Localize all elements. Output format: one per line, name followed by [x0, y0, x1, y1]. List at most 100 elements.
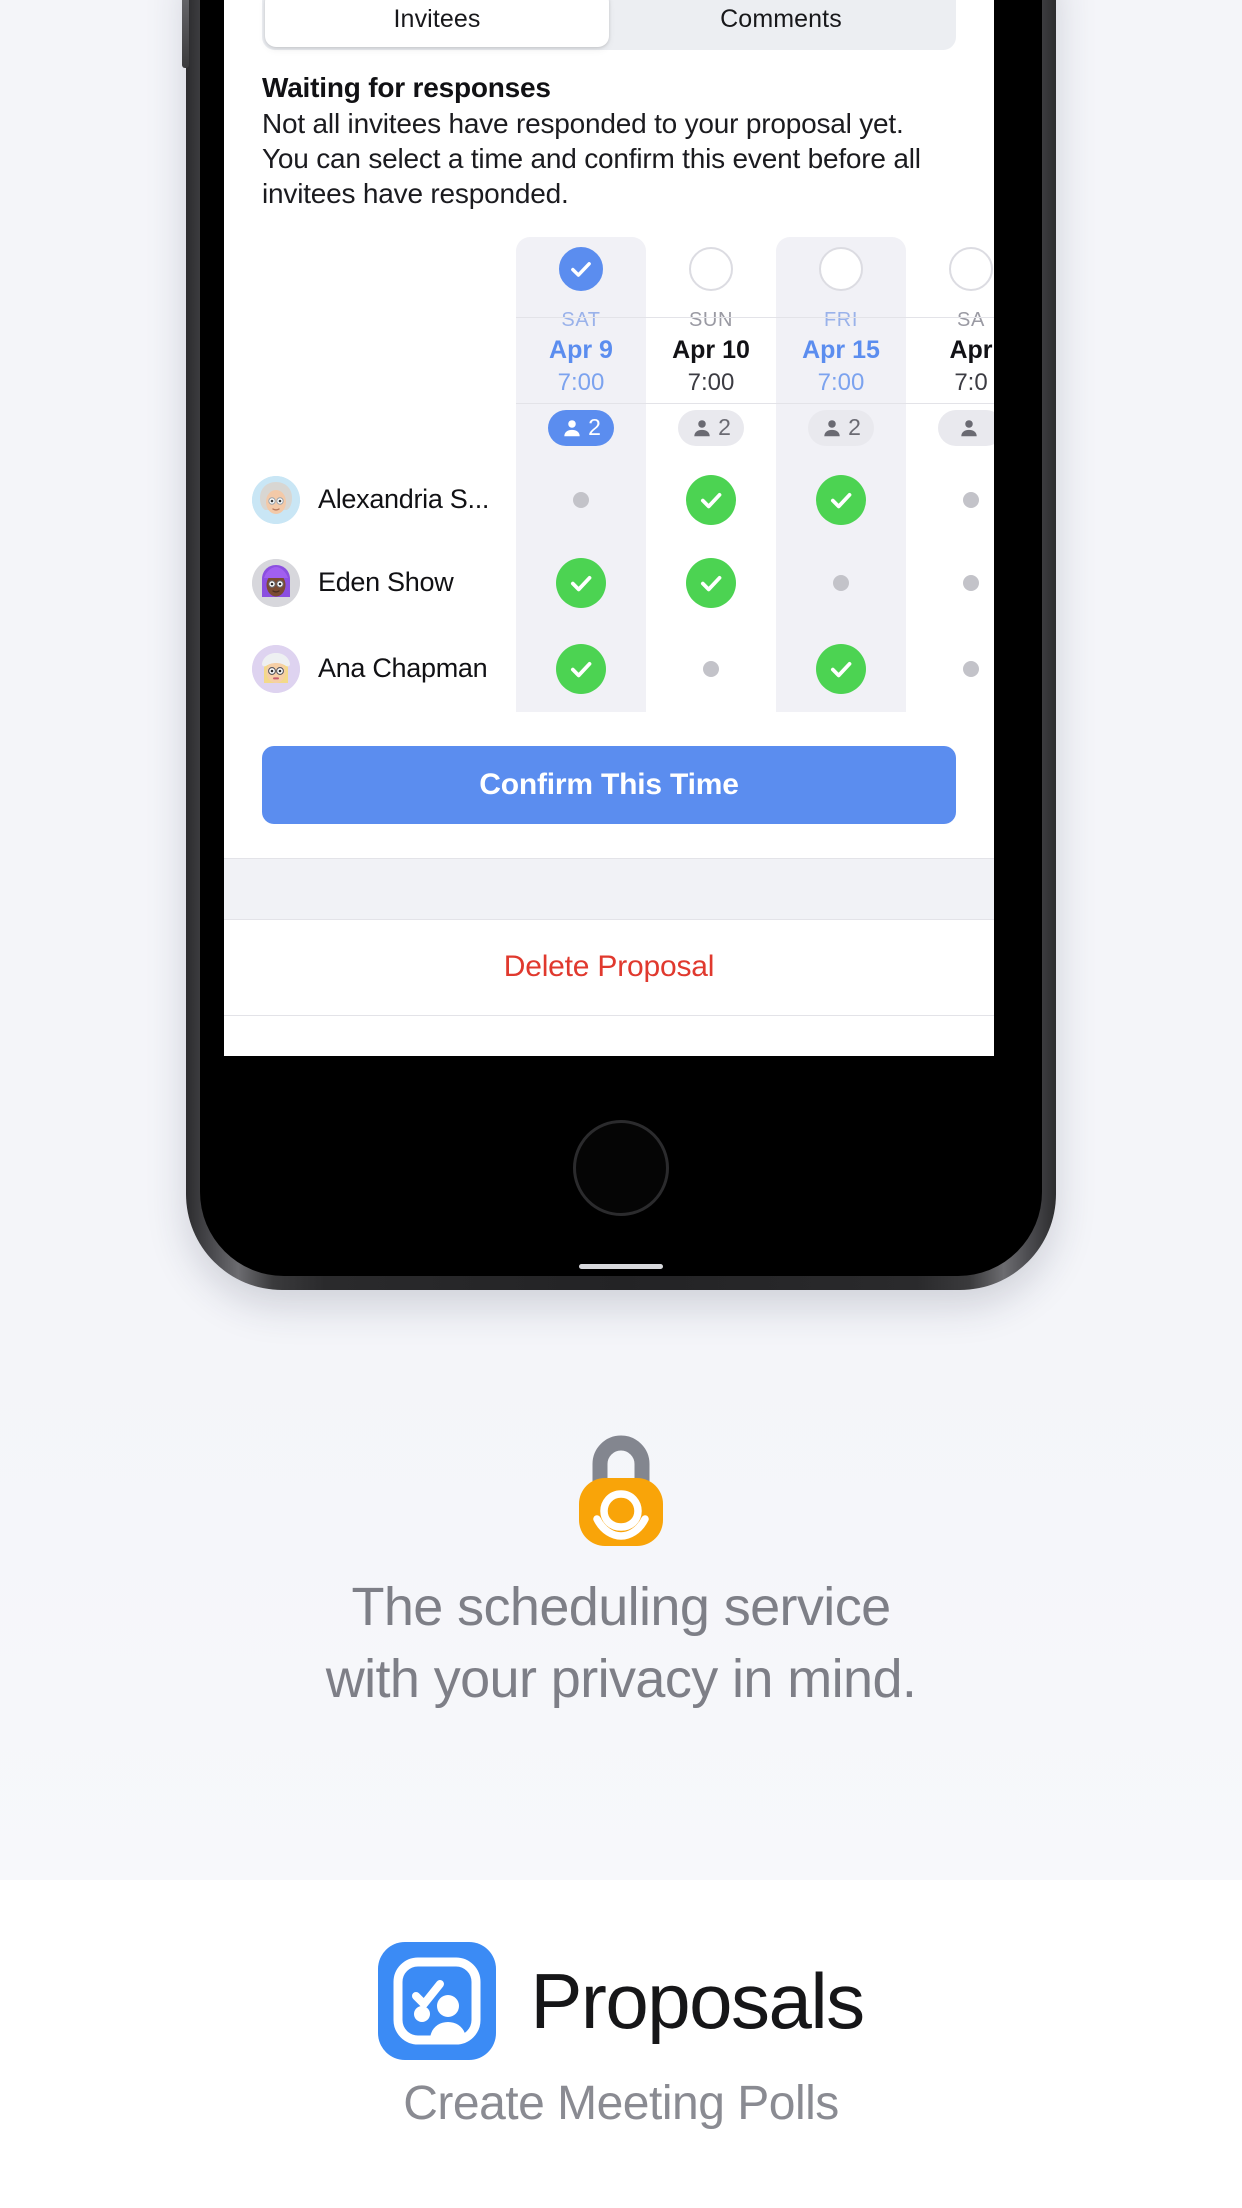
response-cell-1-0[interactable]: [516, 539, 646, 626]
volume-button[interactable]: [182, 0, 189, 68]
device-bottom-notch: [579, 1264, 663, 1269]
confirm-this-time-button[interactable]: Confirm This Time: [262, 745, 956, 824]
column-dow-1: SUN: [688, 309, 734, 331]
no-response-dot: [963, 491, 979, 508]
row-divider: [516, 317, 994, 318]
column-response-count-2: 2: [808, 409, 874, 446]
time-column-header-3[interactable]: SA Apr 7:0: [906, 237, 994, 460]
column-time-2: 7:00: [817, 368, 865, 396]
response-cell-0-2[interactable]: [776, 459, 906, 540]
time-select-radio-3[interactable]: [949, 247, 993, 291]
status-body: Not all invitees have responded to your …: [262, 108, 921, 209]
privacy-lock-icon: [567, 1418, 675, 1548]
segmented-control[interactable]: Invitees Comments: [262, 0, 956, 50]
time-column-header-0[interactable]: SAT Apr 9 7:00 2: [516, 237, 646, 460]
column-date-0: Apr 9: [549, 336, 613, 364]
column-time-0: 7:00: [557, 368, 605, 396]
response-cell-0-1[interactable]: [646, 460, 776, 540]
time-select-radio-2[interactable]: [819, 247, 863, 291]
response-cell-2-3[interactable]: [906, 626, 994, 712]
response-cell-0-3[interactable]: [906, 460, 994, 540]
segmented-control-wrap: Invitees Comments: [224, 0, 994, 50]
invitee-cell-1: Eden Show: [224, 540, 516, 626]
column-time-3: 7:0: [954, 368, 988, 396]
column-time-1: 7:00: [687, 368, 735, 396]
confirm-button-wrap: Confirm This Time: [224, 712, 994, 824]
status-info-block: Waiting for responses Not all invitees h…: [224, 50, 994, 211]
column-count-label-0: 2: [588, 414, 601, 441]
delete-proposal-row[interactable]: Delete Proposal: [224, 919, 994, 1016]
tab-invitees-label: Invitees: [393, 4, 481, 33]
column-dow-2: FRI: [823, 309, 859, 331]
column-count-label-2: 2: [848, 414, 861, 441]
time-select-radio-0[interactable]: [559, 247, 603, 291]
invitee-cell-2: Ana Chapman: [224, 626, 516, 712]
app-screen: Invitees Comments Waiting for responses …: [224, 0, 994, 1056]
column-dow-3: SA: [957, 309, 985, 331]
no-response-dot: [573, 491, 589, 508]
app-subtitle: Create Meeting Polls: [403, 2077, 839, 2130]
no-response-dot: [963, 574, 979, 591]
tab-invitees[interactable]: Invitees: [265, 0, 609, 47]
section-gap-band: [224, 857, 994, 920]
no-response-dot: [833, 574, 849, 591]
memoji-avatar-icon: [252, 558, 300, 607]
person-icon: [564, 419, 580, 436]
no-response-dot: [703, 660, 719, 677]
grid-header-row: SAT Apr 9 7:00 2 SUN Apr 10 7:00 2 FRI A…: [224, 237, 994, 460]
tab-comments-label: Comments: [720, 4, 842, 33]
avatar: [252, 475, 300, 524]
phone-screen-bezel: Invitees Comments Waiting for responses …: [200, 0, 1042, 1276]
memoji-avatar-icon: [252, 644, 300, 693]
invitee-cell-0: Alexandria S...: [224, 460, 516, 540]
footer-section: Proposals Create Meeting Polls: [0, 1880, 1242, 2208]
column-response-count-0: 2: [548, 409, 614, 446]
column-date-3: Apr: [949, 336, 993, 364]
invitee-name: Eden Show: [318, 567, 454, 598]
status-heading: Waiting for responses: [262, 72, 551, 103]
hero-section: Invitees Comments Waiting for responses …: [0, 0, 1242, 1880]
app-title: Proposals: [530, 1956, 865, 2045]
time-column-header-2[interactable]: FRI Apr 15 7:00 2: [776, 237, 906, 460]
column-date-1: Apr 10: [672, 336, 750, 364]
tagline-line-1: The scheduling service: [351, 1577, 891, 1637]
promo-tagline: The scheduling service with your privacy…: [0, 1572, 1242, 1715]
yes-check-icon: [556, 557, 606, 608]
tab-comments[interactable]: Comments: [609, 0, 953, 47]
response-cell-2-2[interactable]: [776, 625, 906, 712]
availability-grid: SAT Apr 9 7:00 2 SUN Apr 10 7:00 2 FRI A…: [224, 237, 994, 712]
column-response-count-3: [938, 409, 994, 446]
iphone-device-frame: Invitees Comments Waiting for responses …: [182, 0, 1056, 1290]
home-button[interactable]: [573, 1120, 669, 1216]
yes-check-icon: [686, 557, 736, 608]
person-icon: [824, 419, 840, 436]
response-cell-1-2[interactable]: [776, 539, 906, 626]
person-icon: [960, 419, 977, 436]
table-row[interactable]: Ana Chapman: [224, 625, 994, 712]
column-date-2: Apr 15: [802, 336, 880, 364]
yes-check-icon: [816, 474, 866, 525]
person-icon: [694, 419, 710, 436]
time-column-header-1[interactable]: SUN Apr 10 7:00 2: [646, 237, 776, 460]
response-cell-2-1[interactable]: [646, 626, 776, 712]
yes-check-icon: [556, 643, 606, 694]
response-cell-1-3[interactable]: [906, 540, 994, 626]
column-count-label-1: 2: [718, 414, 731, 441]
yes-check-icon: [686, 474, 736, 525]
response-cell-0-0[interactable]: [516, 459, 646, 540]
table-row[interactable]: Eden Show: [224, 539, 994, 626]
column-response-count-1: 2: [678, 409, 744, 446]
proposals-app-icon: [378, 1942, 497, 2060]
yes-check-icon: [816, 643, 866, 694]
avatar: [252, 558, 300, 607]
response-cell-2-0[interactable]: [516, 625, 646, 712]
time-select-radio-1[interactable]: [689, 247, 733, 291]
row-divider: [516, 403, 994, 404]
tagline-line-2: with your privacy in mind.: [325, 1648, 917, 1709]
response-cell-1-1[interactable]: [646, 540, 776, 626]
avatar: [252, 644, 300, 693]
invitee-name: Ana Chapman: [318, 653, 488, 684]
invitee-name: Alexandria S...: [318, 484, 490, 515]
table-row[interactable]: Alexandria S...: [224, 459, 994, 540]
footer-title-row: Proposals: [0, 1880, 1242, 2060]
